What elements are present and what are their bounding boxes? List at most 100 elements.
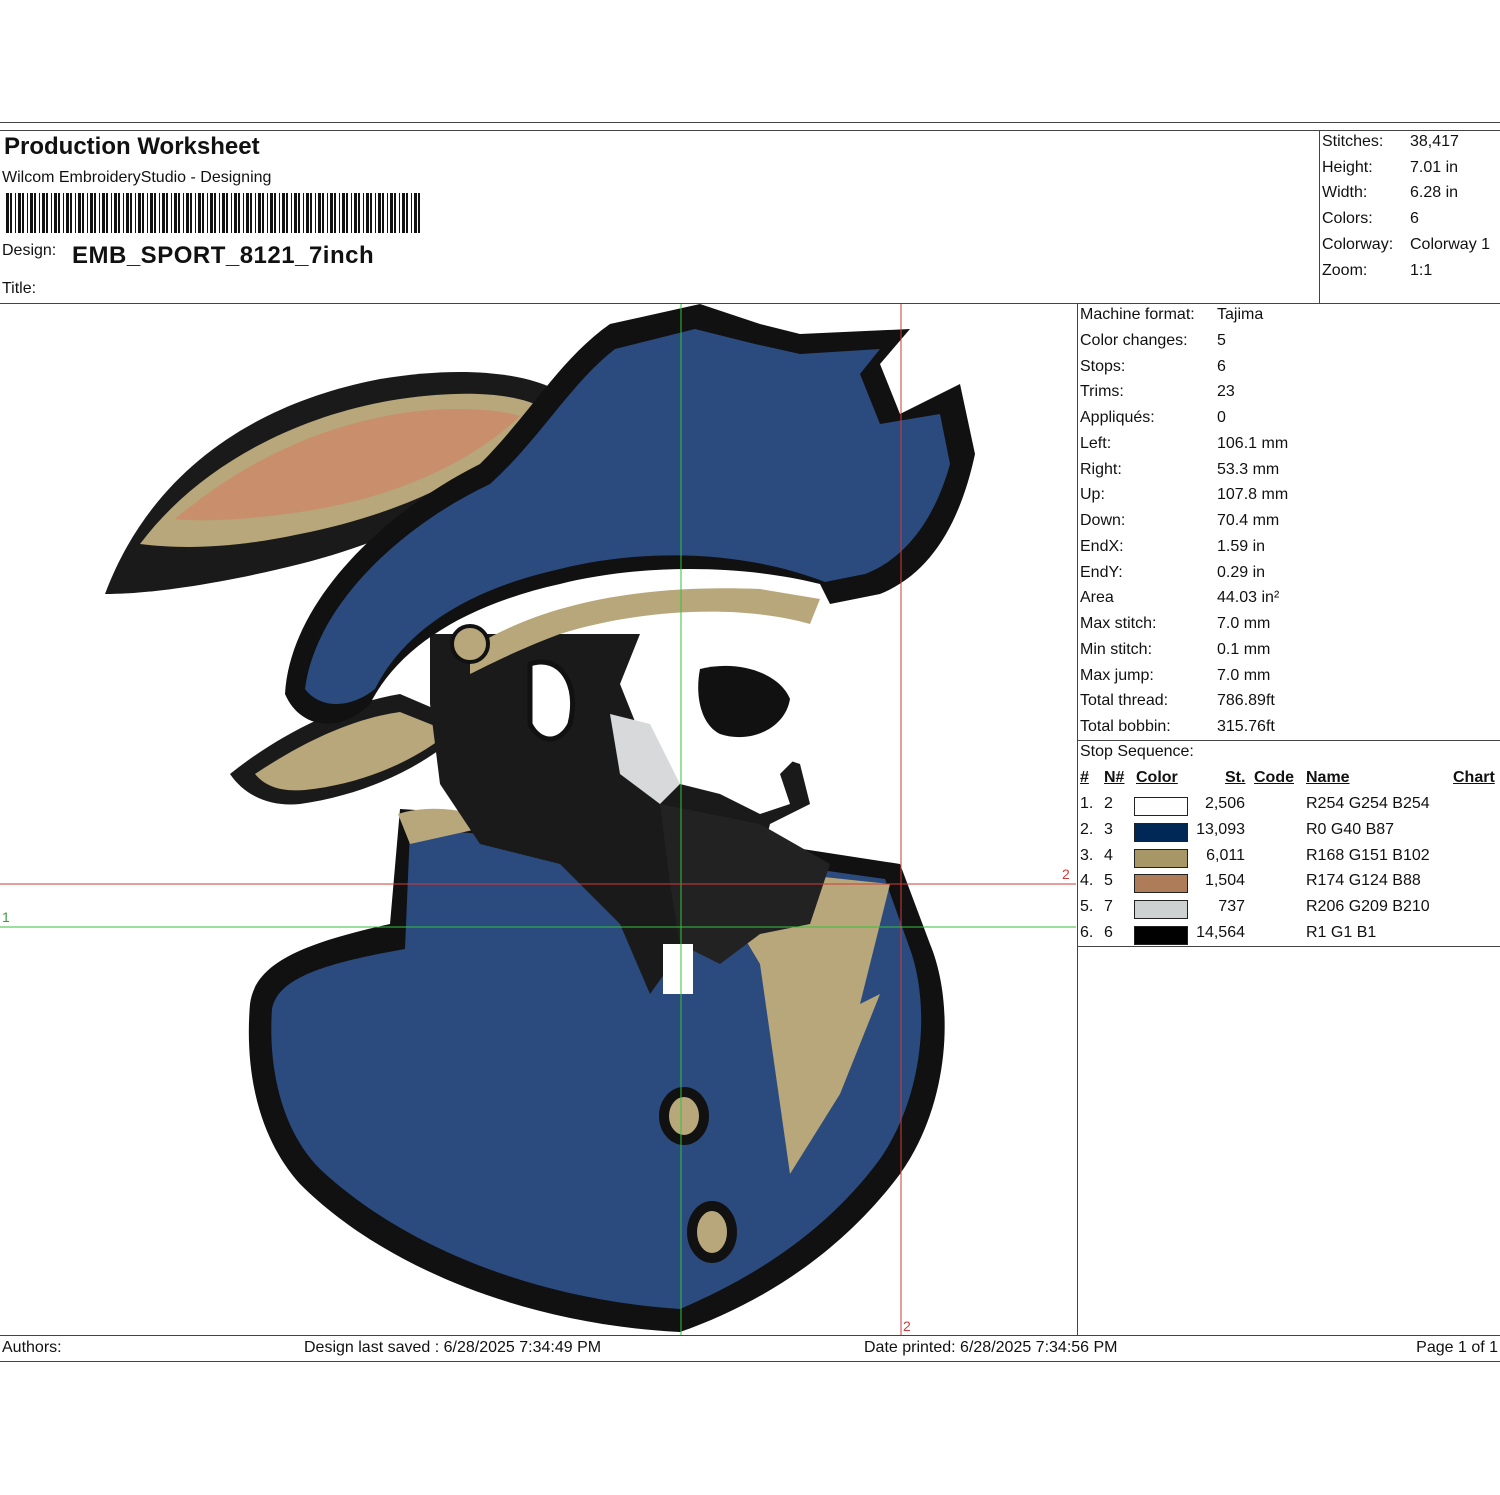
barcode-bar — [210, 193, 213, 233]
top-rule — [0, 122, 1500, 123]
barcode-bar — [286, 193, 288, 233]
color-name: R206 G209 B210 — [1306, 898, 1430, 916]
barcode-bar — [366, 193, 369, 233]
barcode-bar — [358, 193, 360, 233]
machine-info-label: Min stitch: — [1080, 640, 1153, 658]
barcode-bar — [51, 193, 52, 233]
barcode-bar — [147, 193, 148, 233]
footer-top-border — [0, 1335, 1500, 1336]
stitch-count: 13,093 — [1196, 820, 1245, 838]
machine-info-label: EndX: — [1080, 537, 1124, 555]
color-name: R1 G1 B1 — [1306, 924, 1377, 941]
barcode-bar — [118, 193, 120, 233]
row-number: 4. — [1080, 872, 1094, 890]
col-color-header: Color — [1136, 769, 1178, 786]
barcode-bar — [171, 193, 172, 233]
machine-info-value: Tajima — [1217, 306, 1264, 323]
barcode-bar — [351, 193, 352, 233]
barcode-bar — [214, 193, 216, 233]
barcode-bar — [70, 193, 72, 233]
barcode-bar — [238, 193, 240, 233]
machine-info-label: Total thread: — [1080, 692, 1169, 710]
barcode-bar — [123, 193, 124, 233]
zoom-label: Zoom: — [1322, 262, 1368, 279]
barcode-bar — [411, 193, 412, 233]
color-swatch — [1134, 874, 1188, 894]
barcode-bar — [186, 193, 189, 233]
needle-number: 5 — [1104, 872, 1113, 890]
barcode-bar — [303, 193, 304, 233]
barcode-bar — [142, 193, 144, 233]
barcode-bar — [202, 193, 204, 233]
barcode-bar — [250, 193, 252, 233]
color-name: R0 G40 B87 — [1306, 820, 1395, 838]
barcode-bar — [15, 193, 16, 233]
barcode-bar — [46, 193, 48, 233]
barcode-bar — [258, 193, 261, 233]
barcode-bar — [318, 193, 321, 233]
worksheet-title: Production Worksheet — [4, 133, 260, 160]
barcode-bar — [406, 193, 408, 233]
barcode-bar — [82, 193, 84, 233]
machine-info-value: 0.29 in — [1217, 563, 1266, 581]
stop-sequence-top-border — [1077, 740, 1500, 741]
machine-info-value: 53.3 mm — [1217, 460, 1280, 478]
barcode-bar — [34, 193, 36, 233]
barcode-bar — [402, 193, 405, 233]
stop-sequence-row: 6. 6 14,564 R1 G1 B1 — [1080, 924, 1500, 950]
barcode-bar — [306, 193, 309, 233]
machine-info-value: 786.89ft — [1217, 692, 1275, 710]
barcode-bar — [63, 193, 64, 233]
barcode-bar — [387, 193, 388, 233]
barcode-bar — [130, 193, 132, 233]
col-n-header: N# — [1104, 769, 1125, 786]
colors-label: Colors: — [1322, 210, 1373, 227]
barcode-bar — [354, 193, 357, 233]
needle-number: 4 — [1104, 846, 1113, 864]
machine-info-label: EndY: — [1080, 563, 1123, 581]
machine-info-label: Area — [1080, 589, 1114, 607]
col-num-header: # — [1080, 769, 1089, 786]
machine-info-value: 0.1 mm — [1217, 640, 1271, 658]
barcode-bar — [231, 193, 232, 233]
machine-info-label: Up: — [1080, 486, 1105, 504]
barcode-bar — [246, 193, 249, 233]
barcode-bar — [363, 193, 364, 233]
needle-number: 7 — [1104, 898, 1113, 916]
coat-button-2 — [687, 1201, 737, 1263]
barcode-bar — [370, 193, 372, 233]
machine-info-label: Right: — [1080, 460, 1122, 478]
barcode-bar — [414, 193, 417, 233]
barcode-bar — [207, 193, 208, 233]
machine-info-label: Color changes: — [1080, 331, 1188, 349]
barcode-bar — [54, 193, 57, 233]
barcode-bar — [322, 193, 324, 233]
machine-info-label: Max stitch: — [1080, 615, 1157, 632]
teeth-gap — [663, 944, 693, 994]
machine-info-value: 23 — [1217, 383, 1235, 401]
stitches-label: Stitches: — [1322, 133, 1384, 150]
colorway-label: Colorway: — [1322, 236, 1394, 253]
barcode-bar — [219, 193, 220, 233]
color-name: R254 G254 B254 — [1306, 795, 1430, 812]
machine-info-value: 6 — [1217, 357, 1226, 375]
authors-label: Authors: — [2, 1339, 62, 1356]
barcode-bar — [159, 193, 160, 233]
barcode-bar — [22, 193, 24, 233]
colors-value: 6 — [1410, 210, 1419, 227]
barcode-bar — [342, 193, 345, 233]
barcode-bar — [394, 193, 396, 233]
barcode-bar — [87, 193, 88, 233]
date-printed: Date printed: 6/28/2025 7:34:56 PM — [864, 1339, 1118, 1356]
barcode-bar — [310, 193, 312, 233]
barcode-bar — [390, 193, 393, 233]
mascot-artwork — [105, 304, 975, 1332]
stitch-count: 6,011 — [1206, 846, 1245, 864]
col-chart-header: Chart — [1453, 769, 1495, 786]
machine-info-label: Appliqués: — [1080, 409, 1155, 426]
barcode-bar — [418, 193, 420, 233]
machine-info-value: 70.4 mm — [1217, 512, 1280, 529]
machine-info-value: 5 — [1217, 331, 1226, 349]
footer-bottom-border — [0, 1361, 1500, 1362]
col-code-header: Code — [1254, 769, 1294, 786]
